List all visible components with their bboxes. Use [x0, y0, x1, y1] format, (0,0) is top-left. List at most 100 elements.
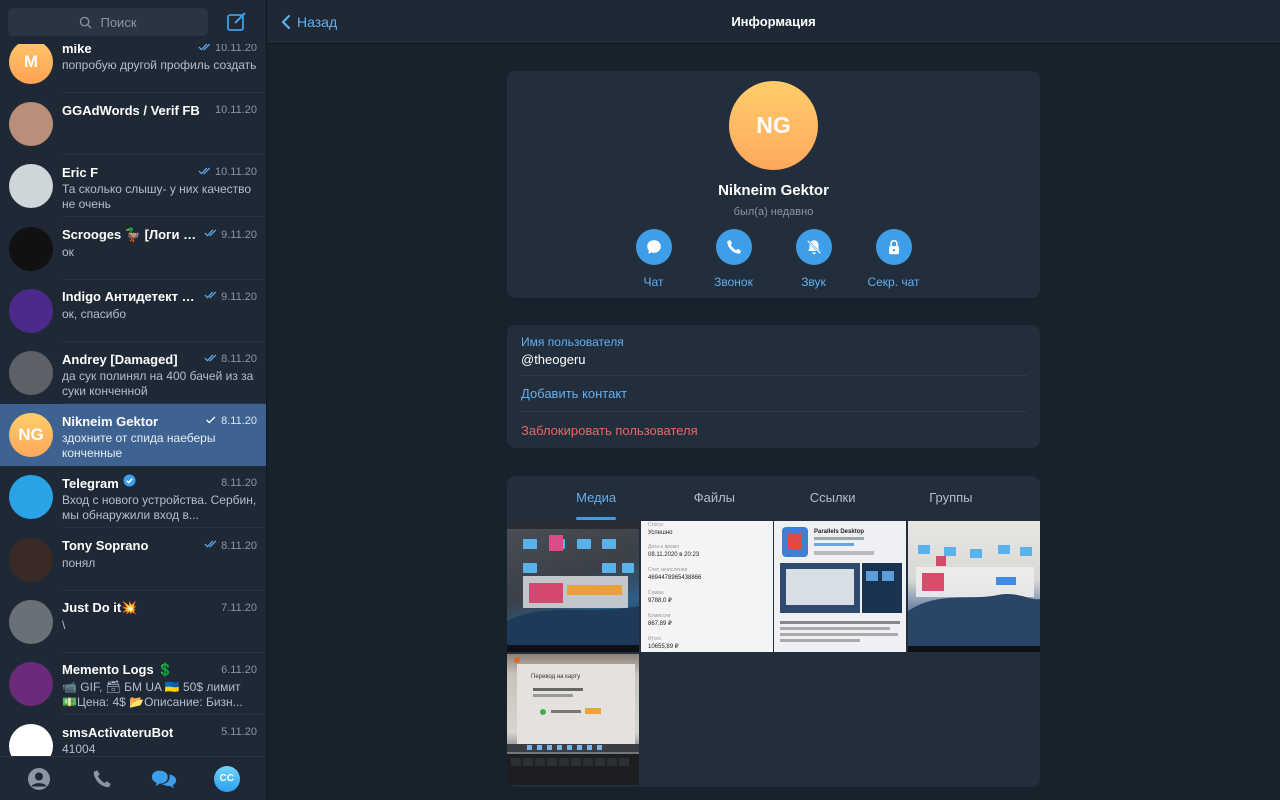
- media-thumbnail[interactable]: Статус Успешно Дата и время 08.11.2020 в…: [640, 521, 773, 652]
- chat-name: Andrey [Damaged]: [62, 351, 178, 367]
- calls-tab[interactable]: [89, 766, 115, 792]
- chat-sidebar: Поиск Mmike 10.11.20 попробую другой профи…: [0, 0, 267, 800]
- chat-preview: Scrooges 🦆 [Логи F... 9.11.20 ок: [62, 218, 266, 280]
- double-check-icon: [204, 228, 218, 241]
- chat-last-message: попробую другой профиль создать: [62, 58, 257, 72]
- chat-preview: Eric F 10.11.20 Та сколько слышу- у них ка…: [62, 155, 266, 217]
- chat-list-item[interactable]: Just Do it💥 7.11.20 \: [0, 591, 266, 653]
- tab-media[interactable]: Медиа: [556, 476, 636, 520]
- call-button[interactable]: Звонок: [694, 229, 774, 289]
- chat-date: 8.11.20: [221, 477, 257, 490]
- compose-icon[interactable]: [226, 11, 248, 33]
- chat-list-item[interactable]: Tony Soprano 8.11.20 понял: [0, 529, 266, 591]
- chat-last-message: ок, спасибо: [62, 306, 127, 321]
- chat-preview: smsActivateruBot 5.11.20 41004: [62, 715, 266, 756]
- chat-avatar: [9, 599, 53, 644]
- receipt-line: Сумма: [648, 590, 664, 596]
- chat-avatar: [9, 164, 53, 209]
- desktop-window-image: [907, 545, 1040, 652]
- chat-avatar: NG: [9, 413, 53, 458]
- chat-date: 6.11.20: [221, 664, 257, 676]
- media-thumbnail[interactable]: [907, 521, 1040, 652]
- double-check-icon: [204, 290, 218, 303]
- back-label: Назад: [297, 13, 338, 30]
- chat-preview: mike 10.11.20 попробую другой профиль созд…: [62, 44, 266, 93]
- contacts-tab[interactable]: [26, 766, 52, 792]
- chat-date: 8.11.20: [221, 353, 257, 365]
- profile-avatar[interactable]: NG: [729, 81, 818, 170]
- media-thumbnail[interactable]: Перевод на карту: [507, 653, 639, 785]
- chat-preview: Nikneim Gektor 8.11.20 здохните от спида н…: [62, 404, 266, 466]
- chat-name: Nikneim Gektor: [62, 413, 159, 429]
- chat-list-item[interactable]: Andrey [Damaged] 8.11.20 да сук полинял на…: [0, 342, 266, 404]
- chat-bubble-icon: [646, 240, 661, 254]
- chat-last-message: Та сколько слышу- у них качество не очен…: [62, 182, 252, 212]
- chat-name: GGAdWords / Verif FB: [62, 102, 200, 118]
- secret-chat-button[interactable]: Секр. чат: [854, 229, 934, 289]
- chat-list-item[interactable]: Telegram 8.11.20 Вход с нового устройства.…: [0, 466, 266, 529]
- chat-date: 10.11.20: [214, 166, 257, 179]
- phone-icon: [93, 769, 111, 787]
- chat-list-item[interactable]: Eric F 10.11.20 Та сколько слышу- у них ка…: [0, 155, 266, 218]
- chat-name: Indigo Антидетект S...: [62, 289, 201, 305]
- chat-list-item[interactable]: GGAdWords / Verif FB 10.11.20: [0, 93, 266, 156]
- chat-name: Eric F: [62, 164, 99, 180]
- chat-preview: Just Do it💥 7.11.20 \: [62, 591, 266, 653]
- media-thumbnail[interactable]: Parallels Desktop: [774, 521, 906, 652]
- mute-button[interactable]: Звук: [774, 229, 854, 289]
- chat-list: Mmike 10.11.20 попробую другой профиль соз…: [0, 44, 266, 756]
- info-card: Имя пользователя @theogeru Добавить конт…: [507, 325, 1040, 448]
- chat-list-item[interactable]: smsActivateruBot 5.11.20 41004: [0, 715, 266, 756]
- bell-muted-icon: [806, 239, 821, 255]
- tab-groups[interactable]: Группы: [911, 476, 991, 520]
- username-label: Имя пользователя: [521, 335, 624, 349]
- shared-media-card: Медиа Файлы Ссылки Группы Статус Успешно…: [507, 476, 1040, 787]
- profile-panel: Назад Информация NG Nikneim Gektor был(а…: [267, 0, 1280, 800]
- chat-button[interactable]: Чат: [614, 229, 694, 289]
- add-contact-button[interactable]: Добавить контакт: [521, 386, 627, 401]
- app-title-text: Parallels Desktop: [814, 529, 864, 535]
- chat-list-item[interactable]: Mmike 10.11.20 попробую другой профиль соз…: [0, 44, 266, 93]
- back-button[interactable]: Назад: [281, 14, 337, 30]
- sidebar-tabbar: CC: [0, 756, 266, 800]
- chat-date: 8.11.20: [221, 539, 257, 552]
- receipt-line: 10655,89 ₽: [648, 643, 679, 650]
- chat-avatar: [9, 351, 53, 395]
- chat-name: smsActivateruBot: [62, 724, 174, 740]
- chat-date: 9.11.20: [221, 290, 257, 303]
- phone-icon: [726, 239, 741, 254]
- media-thumbnail[interactable]: [507, 521, 639, 652]
- chat-name: Memento Logs 💲: [62, 662, 174, 677]
- receipt-line: 08.11.2020 в 20:23: [648, 552, 700, 558]
- chat-name: Just Do it💥: [62, 599, 138, 615]
- chats-tab[interactable]: [151, 766, 177, 792]
- settings-tab[interactable]: CC: [213, 765, 240, 792]
- chat-preview: Memento Logs 💲 6.11.20 📹 GIF, 🗃 БМ UA 🇺🇦 5…: [62, 653, 266, 715]
- media-grid: Статус Успешно Дата и время 08.11.2020 в…: [507, 521, 1040, 785]
- search-icon: [80, 16, 93, 29]
- chat-list-item[interactable]: NG Nikneim Gektor 8.11.20 здохните от спида…: [0, 404, 266, 467]
- chat-preview: Andrey [Damaged] 8.11.20 да сук полинял на…: [62, 342, 266, 404]
- chat-preview: GGAdWords / Verif FB 10.11.20: [62, 93, 266, 155]
- receipt-line: Дата и время: [648, 544, 679, 550]
- chat-list-item[interactable]: Memento Logs 💲 6.11.20 📹 GIF, 🗃 БМ UA 🇺🇦 5…: [0, 653, 266, 715]
- username-value[interactable]: @theogeru: [521, 352, 586, 367]
- chat-last-message: да сук полинял на 400 бачей из за суки к…: [62, 369, 254, 398]
- receipt-line: 867,89 ₽: [648, 620, 672, 627]
- search-input[interactable]: Поиск: [8, 8, 208, 36]
- receipt-line: Успешно: [648, 530, 673, 536]
- chat-last-message: Вход с нового устройства. Сербин, мы обн…: [62, 493, 257, 523]
- block-user-button[interactable]: Заблокировать пользователя: [521, 423, 698, 438]
- chat-bubbles-icon: [152, 770, 177, 788]
- chat-date: 5.11.20: [221, 726, 257, 739]
- tab-links[interactable]: Ссылки: [793, 476, 873, 520]
- chat-list-item[interactable]: Indigo Антидетект S... 9.11.20 ок, спасибо: [0, 280, 266, 342]
- receipt-image: Статус Успешно Дата и время 08.11.2020 в…: [648, 522, 702, 650]
- chat-last-message: здохните от спида наеберы конченные: [62, 431, 216, 461]
- receipt-line: Статус: [648, 522, 664, 528]
- chat-avatar: M: [9, 44, 53, 84]
- tab-files[interactable]: Файлы: [674, 476, 754, 520]
- chat-last-message: понял: [62, 555, 96, 570]
- my-avatar: CC: [213, 765, 240, 792]
- chat-list-item[interactable]: Scrooges 🦆 [Логи F... 9.11.20 ок: [0, 218, 266, 280]
